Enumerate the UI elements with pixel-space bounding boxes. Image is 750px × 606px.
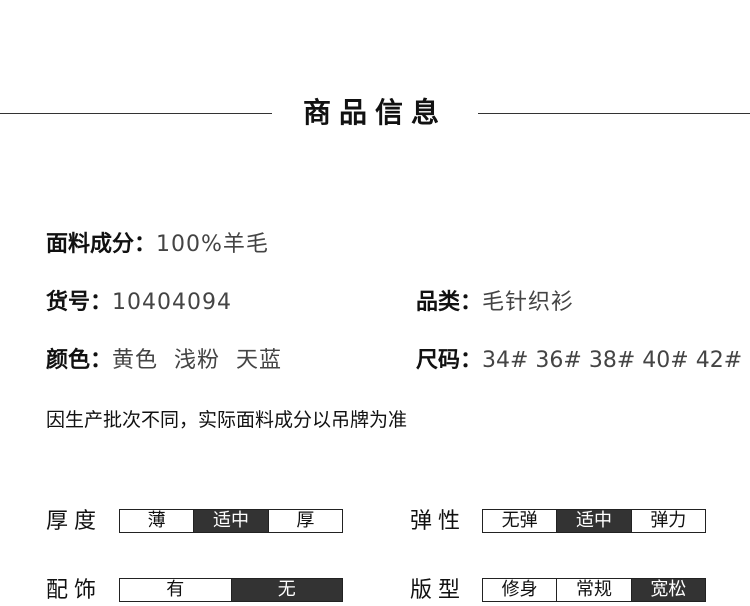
accessory-scale: 有无 (119, 578, 343, 602)
size-row: 尺码：34# 36# 38# 40# 42# (416, 346, 742, 376)
accessory-label: 配饰 (46, 578, 103, 603)
fabric-value: 100%羊毛 (156, 232, 269, 257)
accessory-option-1: 无 (231, 579, 342, 601)
item-no-label: 货号： (46, 290, 113, 315)
thickness-option-2: 厚 (296, 510, 315, 531)
size-label: 尺码： (416, 348, 483, 373)
thickness-scale: 薄适中 厚 (119, 509, 343, 533)
elasticity-option-2: 弹力 (650, 510, 687, 531)
thickness-option-0: 薄 (120, 510, 195, 532)
fit-option-1: 常规 (557, 579, 632, 601)
material-note: 因生产批次不同，实际面料成分以吊牌为准 (46, 409, 408, 431)
fit-option-0: 修身 (483, 579, 558, 601)
item-no-row: 货号：10404094 (46, 288, 232, 318)
fit-scale: 修身 常规 宽松 (482, 578, 706, 602)
category-value: 毛针织衫 (482, 290, 575, 315)
category-row: 品类：毛针织衫 (416, 288, 574, 318)
elasticity-option-1: 适中 (557, 510, 632, 532)
color-row: 颜色：黄色 浅粉 天蓝 (46, 346, 282, 376)
category-label: 品类： (416, 290, 483, 315)
item-no-value: 10404094 (112, 290, 232, 315)
accessory-option-0: 有 (120, 579, 232, 601)
fit-option-2: 宽松 (631, 579, 705, 601)
fabric-row: 面料成分：100%羊毛 (46, 230, 269, 260)
title-divider-left (0, 113, 272, 114)
thickness-option-1: 适中 (194, 510, 269, 532)
elasticity-label: 弹性 (410, 509, 467, 534)
color-value: 黄色 浅粉 天蓝 (112, 348, 282, 373)
size-value: 34# 36# 38# 40# 42# (482, 348, 743, 373)
fit-label: 版型 (410, 578, 467, 603)
section-title: 商品信息 (302, 96, 447, 129)
title-divider-right (478, 113, 750, 114)
elasticity-option-0: 无弹 (483, 510, 558, 532)
fabric-label: 面料成分： (46, 232, 157, 257)
color-label: 颜色： (46, 348, 113, 373)
thickness-label: 厚度 (46, 509, 103, 534)
elasticity-scale: 无弹 适中 弹力 (482, 509, 706, 533)
